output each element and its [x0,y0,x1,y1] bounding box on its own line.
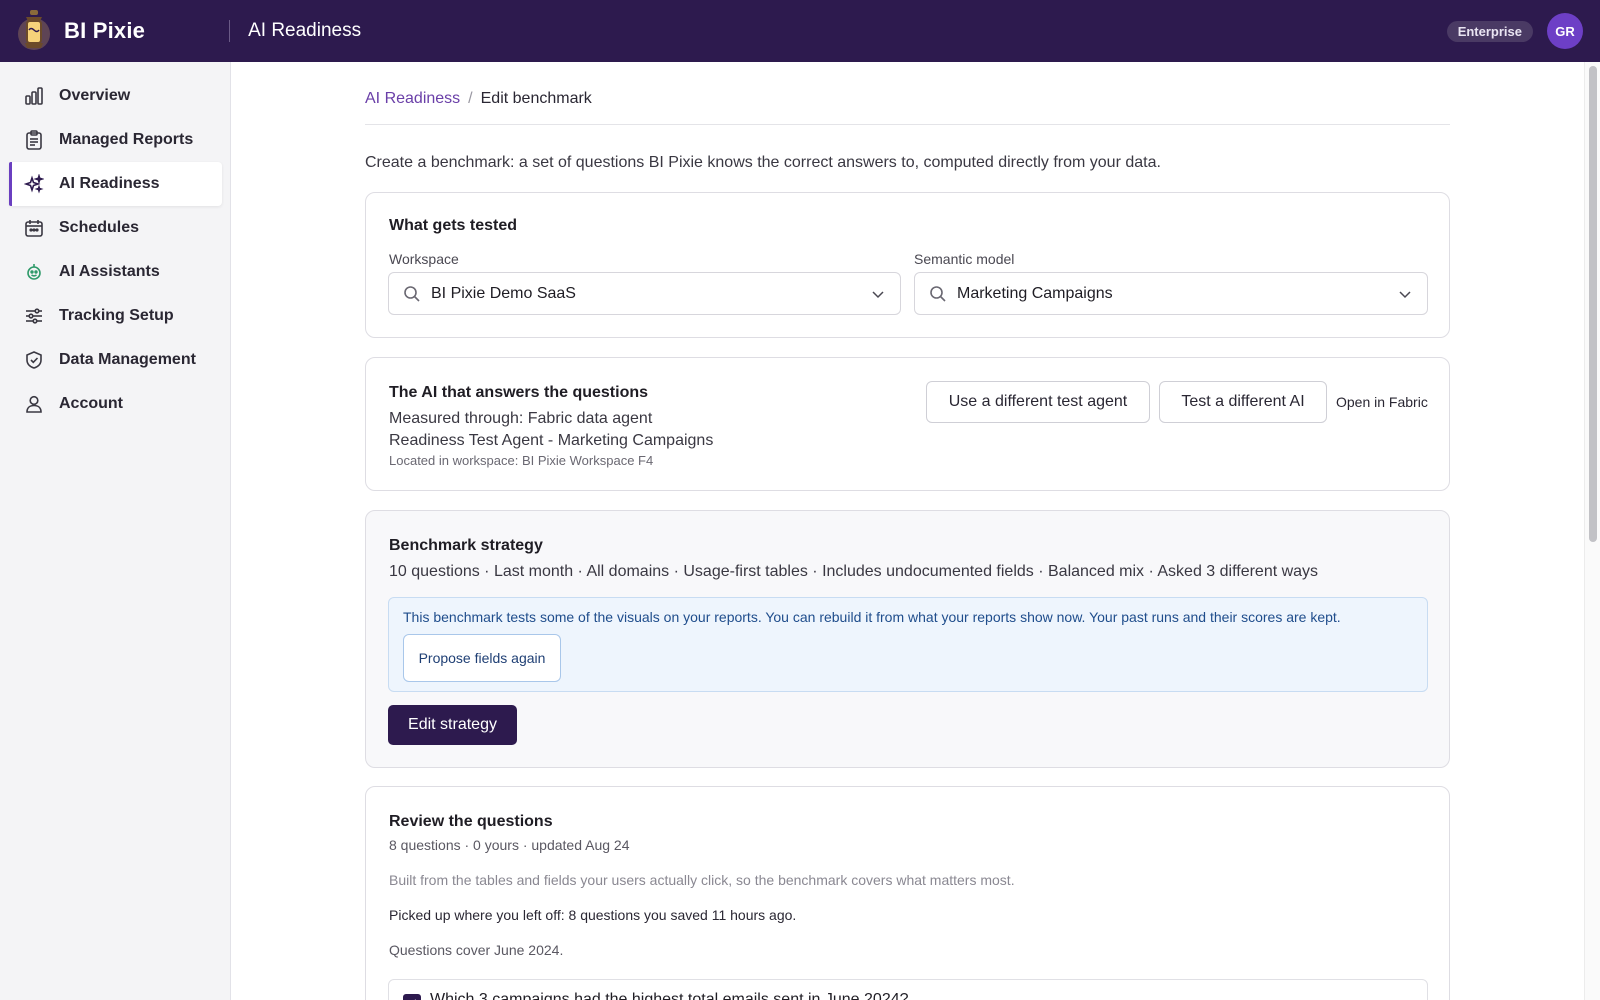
brand-name: BI Pixie [64,18,146,43]
breadcrumb-link-ai-readiness[interactable]: AI Readiness [365,90,460,108]
scrollbar-thumb[interactable] [1589,66,1597,542]
sidebar-item-label: AI Readiness [59,175,160,192]
sidebar-item-label: Tracking Setup [59,307,174,324]
agent-name-text: Readiness Test Agent - Marketing Campaig… [389,432,714,449]
strategy-summary: 10 questions · Last month · All domains … [389,563,1319,580]
calendar-icon [23,217,45,239]
plan-badge: Enterprise [1446,21,1533,42]
agent-location-text: Located in workspace: BI Pixie Workspace… [389,453,654,468]
intro-text: Create a benchmark: a set of questions B… [365,154,1161,171]
questions-description: Built from the tables and fields your us… [389,872,1015,888]
workspace-select[interactable]: BI Pixie Demo SaaS [388,272,901,315]
sidebar-item-managed-reports[interactable]: Managed Reports [9,118,222,162]
what-gets-tested-card: What gets tested Workspace BI Pixie Demo… [365,192,1450,338]
coverage-text: Questions cover June 2024. [389,942,564,958]
clipboard-icon [23,129,45,151]
questions-meta: 8 questions · 0 yours · updated Aug 24 [389,837,630,853]
question-text: Which 3 campaigns had the highest total … [430,991,909,1000]
top-bar: BI Pixie AI Readiness Enterprise GR [0,0,1600,62]
propose-fields-again-button[interactable]: Propose fields again [403,634,561,682]
search-icon [929,285,947,303]
card-title: Review the questions [389,813,553,830]
resume-text: Picked up where you left off: 8 question… [389,907,797,923]
ai-answerer-card: The AI that answers the questions Measur… [365,357,1450,491]
rebuild-notice: This benchmark tests some of the visuals… [388,597,1428,692]
benchmark-strategy-card: Benchmark strategy 10 questions · Last m… [365,510,1450,768]
edit-strategy-button[interactable]: Edit strategy [388,705,517,745]
breadcrumb-separator: / [468,90,473,107]
topbar-divider [229,20,231,42]
semantic-model-value: Marketing Campaigns [957,284,1113,302]
review-questions-card: Review the questions 8 questions · 0 you… [365,786,1450,1000]
sidebar: Overview Managed Reports AI Readiness Sc… [0,62,231,1000]
workspace-label: Workspace [389,251,459,267]
lantern-logo-icon[interactable] [12,6,56,56]
open-in-fabric-link[interactable]: Open in Fabric [1336,394,1428,410]
sidebar-item-ai-assistants[interactable]: AI Assistants [9,250,222,294]
sidebar-item-label: Managed Reports [59,131,194,148]
breadcrumb-divider [365,124,1450,125]
sidebar-item-label: Account [59,395,123,412]
breadcrumb-current: Edit benchmark [480,90,592,107]
sidebar-item-label: Schedules [59,219,140,236]
page-title: AI Readiness [248,20,362,41]
shield-check-icon [23,349,45,371]
test-different-ai-button[interactable]: Test a different AI [1159,381,1327,423]
sidebar-item-data-management[interactable]: Data Management [9,338,222,382]
question-row[interactable]: Which 3 campaigns had the highest total … [388,979,1428,1000]
search-icon [403,285,421,303]
breadcrumb: AI Readiness / Edit benchmark [365,90,592,108]
sidebar-item-overview[interactable]: Overview [9,74,222,118]
chevron-down-icon [1397,286,1413,302]
card-title: What gets tested [389,217,518,234]
sidebar-item-account[interactable]: Account [9,382,222,426]
semantic-model-label: Semantic model [914,251,1015,267]
checkbox-checked-icon[interactable] [403,994,421,1000]
sparkles-icon [23,173,45,195]
measured-through-text: Measured through: Fabric data agent [389,410,653,427]
user-icon [23,393,45,415]
bar-chart-icon [23,85,45,107]
card-title: Benchmark strategy [389,537,543,554]
sidebar-item-tracking-setup[interactable]: Tracking Setup [9,294,222,338]
card-title: The AI that answers the questions [389,384,649,401]
main-scrollbar[interactable] [1584,62,1600,1000]
use-different-agent-button[interactable]: Use a different test agent [926,381,1150,423]
sidebar-item-ai-readiness[interactable]: AI Readiness [9,162,222,206]
workspace-value: BI Pixie Demo SaaS [431,284,576,302]
bot-icon [23,261,45,283]
notice-text: This benchmark tests some of the visuals… [403,609,1341,625]
sidebar-item-label: Overview [59,87,131,104]
sidebar-item-label: AI Assistants [59,263,160,280]
sliders-icon [23,305,45,327]
semantic-model-select[interactable]: Marketing Campaigns [914,272,1428,315]
sidebar-item-schedules[interactable]: Schedules [9,206,222,250]
sidebar-item-label: Data Management [59,351,196,368]
user-avatar[interactable]: GR [1547,13,1583,49]
chevron-down-icon [870,286,886,302]
